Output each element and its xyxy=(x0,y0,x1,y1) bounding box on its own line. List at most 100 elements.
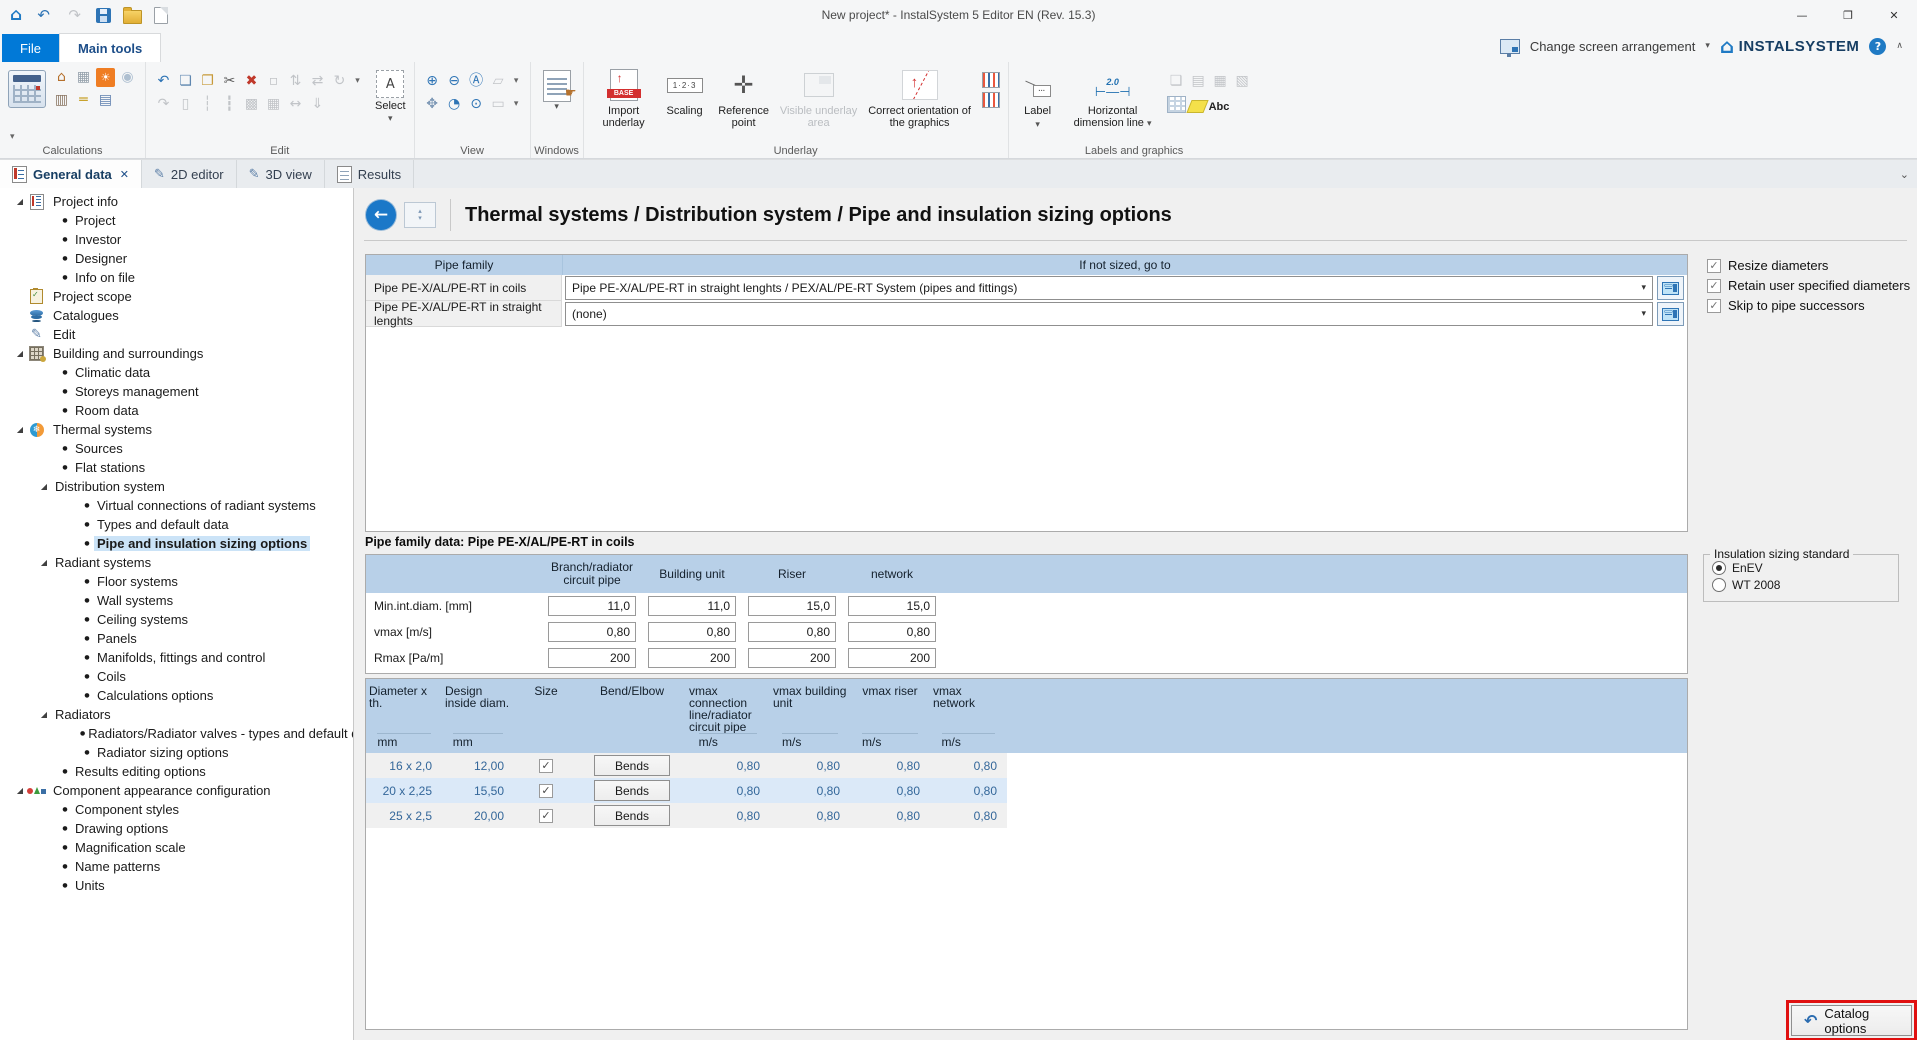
close-tab-icon[interactable]: ✕ xyxy=(120,168,129,181)
value-input[interactable]: 0,80 xyxy=(648,622,736,642)
value-input[interactable]: 200 xyxy=(548,648,636,668)
save-button[interactable] xyxy=(96,8,111,23)
scaling-button[interactable]: 1·2·3 Scaling xyxy=(662,68,708,117)
windows-list-icon[interactable]: ☛ xyxy=(543,70,571,102)
tree-expanded-icon[interactable]: ◢ xyxy=(12,349,28,358)
checkbox[interactable]: ✓ xyxy=(1707,259,1721,273)
zoom-previous-icon[interactable]: ◔ xyxy=(445,95,464,114)
value-input[interactable]: 11,0 xyxy=(548,596,636,616)
undo-button[interactable]: ↶ xyxy=(34,6,53,25)
tree-item[interactable]: Project scope xyxy=(0,287,353,306)
tree-item[interactable]: ●Sources xyxy=(0,439,353,458)
if-not-sized-dropdown[interactable]: Pipe PE-X/AL/PE-RT in straight lenghts /… xyxy=(565,276,1653,300)
change-screen-arrangement-button[interactable]: Change screen arrangement xyxy=(1530,39,1696,54)
tree-item[interactable]: ●Manifolds, fittings and control xyxy=(0,648,353,667)
tree-item[interactable]: ●Floor systems xyxy=(0,572,353,591)
tree-item[interactable]: ●Climatic data xyxy=(0,363,353,382)
reference-point-button[interactable]: ✛ Reference point xyxy=(714,68,774,129)
zoom-in-icon[interactable]: ⊕ xyxy=(423,72,442,91)
tab-file[interactable]: File xyxy=(2,34,59,62)
zoom-window-icon[interactable]: ⊙ xyxy=(467,95,486,114)
underlay-layers-icon[interactable] xyxy=(982,72,1000,88)
collapse-ribbon-button[interactable]: ∧ xyxy=(1896,41,1903,51)
tree-item[interactable]: ◢❄Thermal systems xyxy=(0,420,353,439)
chimney-calculation-icon[interactable]: ▥ xyxy=(52,91,71,110)
tree-item[interactable]: ●Drawing options xyxy=(0,819,353,838)
tree-item[interactable]: Catalogues xyxy=(0,306,353,325)
copy-icon[interactable]: ❏ xyxy=(176,72,195,91)
zoom-out-icon[interactable]: ⊖ xyxy=(445,72,464,91)
value-input[interactable]: 200 xyxy=(848,648,936,668)
tree-item[interactable]: ◢Project info xyxy=(0,192,353,211)
edit-more-icon[interactable]: ▾ xyxy=(352,72,363,91)
tree-item[interactable]: ●Storeys management xyxy=(0,382,353,401)
tree-item[interactable]: ●Radiators/Radiator valves - types and d… xyxy=(0,724,353,743)
import-underlay-button[interactable]: ↑BASE Import underlay xyxy=(592,68,656,129)
back-button[interactable]: ← xyxy=(366,200,396,230)
abc-text-button[interactable]: Abc xyxy=(1209,101,1230,113)
tree-item[interactable]: ●Units xyxy=(0,876,353,895)
label-button[interactable]: … Label ▾ xyxy=(1017,68,1059,130)
value-input[interactable]: 200 xyxy=(748,648,836,668)
tree-item[interactable]: ●Pipe and insulation sizing options xyxy=(0,534,353,553)
tab-main-tools[interactable]: Main tools xyxy=(59,33,161,62)
tree-item[interactable]: ◢Radiators xyxy=(0,705,353,724)
tree-item[interactable]: ●Calculations options xyxy=(0,686,353,705)
checkbox[interactable]: ✓ xyxy=(1707,279,1721,293)
tree-item[interactable]: ●Investor xyxy=(0,230,353,249)
house-calculation-icon[interactable]: ⌂ xyxy=(52,68,71,87)
tree-item[interactable]: ◢Building and surroundings xyxy=(0,344,353,363)
catalog-options-button[interactable]: ↶ Catalog options xyxy=(1791,1005,1912,1036)
tab-overflow-chevron[interactable]: ⌄ xyxy=(1900,160,1917,188)
thermal-calculation-icon[interactable]: ☀ xyxy=(96,68,115,87)
tree-expanded-icon[interactable]: ◢ xyxy=(12,425,28,434)
select-button[interactable]: A Select ▾ xyxy=(375,70,406,124)
size-checkbox[interactable]: ✓ xyxy=(539,784,553,798)
close-button[interactable]: ✕ xyxy=(1871,0,1917,30)
value-input[interactable]: 15,0 xyxy=(848,596,936,616)
paste-icon[interactable]: ❐ xyxy=(198,72,217,91)
radio-button[interactable] xyxy=(1712,561,1726,575)
bends-button[interactable]: Bends xyxy=(594,805,670,826)
tree-expanded-icon[interactable]: ◢ xyxy=(36,558,52,567)
pan-icon[interactable]: ✥ xyxy=(423,95,442,114)
tree-item[interactable]: ●Magnification scale xyxy=(0,838,353,857)
doc-tab-3d-view[interactable]: ✎ 3D view xyxy=(237,160,325,188)
tree-item[interactable]: ●Ceiling systems xyxy=(0,610,353,629)
open-button[interactable] xyxy=(123,10,142,24)
tree-item[interactable]: ●Panels xyxy=(0,629,353,648)
windows-more-icon[interactable]: ▾ xyxy=(554,102,559,112)
value-input[interactable]: 0,80 xyxy=(548,622,636,642)
water-calculation-icon[interactable]: ◉ xyxy=(118,68,137,87)
delete-icon[interactable]: ✖ xyxy=(242,72,261,91)
value-input[interactable]: 15,0 xyxy=(748,596,836,616)
view-more2-icon[interactable]: ▾ xyxy=(511,95,522,114)
highlighter-icon[interactable] xyxy=(1186,100,1208,113)
calculator-icon[interactable] xyxy=(8,70,46,108)
pipework-calculation-icon[interactable]: ═ xyxy=(74,91,93,110)
calculation-options-icon[interactable]: ▤ xyxy=(96,91,115,110)
correct-orientation-button[interactable]: Correct orientation of the graphics xyxy=(864,68,976,129)
tree-item[interactable]: ●Coils xyxy=(0,667,353,686)
size-checkbox[interactable]: ✓ xyxy=(539,809,553,823)
bends-button[interactable]: Bends xyxy=(594,755,670,776)
radio-button[interactable] xyxy=(1712,578,1726,592)
zoom-all-icon[interactable]: Ⓐ xyxy=(467,72,486,91)
tree-expanded-icon[interactable]: ◢ xyxy=(12,197,28,206)
tree-item[interactable]: ◢Radiant systems xyxy=(0,553,353,572)
help-button[interactable]: ? xyxy=(1869,38,1886,55)
doc-tab-results[interactable]: Results xyxy=(325,160,414,188)
tree-item[interactable]: ●Designer xyxy=(0,249,353,268)
catalog-browse-button[interactable] xyxy=(1657,302,1684,326)
prev-next-section-button[interactable]: ▴ ▾ xyxy=(404,202,436,228)
underlay-frame-icon[interactable] xyxy=(982,92,1000,108)
horizontal-dimension-line-button[interactable]: 2.0⊢—⊣ Horizontal dimension line ▾ xyxy=(1065,68,1161,130)
tree-expanded-icon[interactable]: ◢ xyxy=(36,482,52,491)
tree-item[interactable]: ●Types and default data xyxy=(0,515,353,534)
tree-item[interactable]: ✎Edit xyxy=(0,325,353,344)
tree-item[interactable]: ●Component styles xyxy=(0,800,353,819)
tree-item[interactable]: ◢Component appearance configuration xyxy=(0,781,353,800)
tree-item[interactable]: ●Radiator sizing options xyxy=(0,743,353,762)
tree-item[interactable]: ●Wall systems xyxy=(0,591,353,610)
value-input[interactable]: 11,0 xyxy=(648,596,736,616)
